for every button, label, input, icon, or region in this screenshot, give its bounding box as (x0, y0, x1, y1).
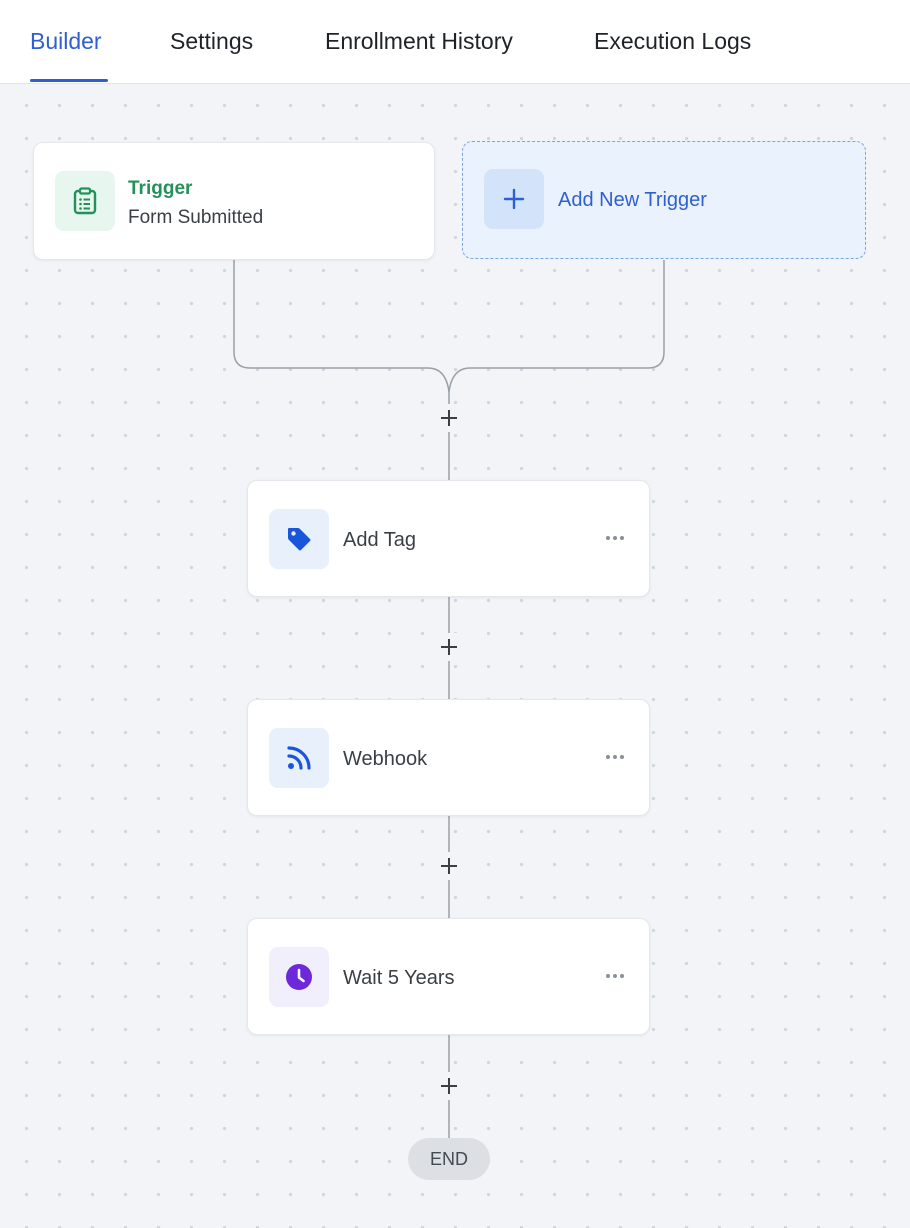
tab-enrollment-history[interactable]: Enrollment History (325, 26, 513, 56)
plus-icon (441, 858, 457, 874)
tab-builder[interactable]: Builder (30, 26, 102, 56)
add-step-button[interactable] (435, 633, 463, 661)
plus-icon (441, 1078, 457, 1094)
action-card-webhook[interactable]: Webhook (247, 699, 650, 816)
add-step-button[interactable] (435, 1072, 463, 1100)
action-label: Webhook (343, 748, 428, 770)
add-new-trigger-button[interactable]: Add New Trigger (462, 141, 866, 259)
action-label: Wait 5 Years (343, 967, 455, 989)
plus-icon (441, 410, 457, 426)
tab-execution-logs[interactable]: Execution Logs (594, 26, 751, 56)
end-node: END (408, 1138, 490, 1180)
clock-icon (269, 947, 329, 1007)
add-new-trigger-label: Add New Trigger (558, 189, 707, 211)
tab-bar: Builder Settings Enrollment History Exec… (0, 0, 910, 84)
trigger-card[interactable]: Trigger Form Submitted (33, 142, 435, 260)
add-step-button[interactable] (435, 852, 463, 880)
active-tab-indicator (30, 79, 108, 82)
plus-icon (441, 639, 457, 655)
rss-icon (269, 728, 329, 788)
plus-icon (484, 169, 544, 229)
more-options-button[interactable] (598, 523, 632, 553)
add-step-button[interactable] (435, 404, 463, 432)
action-label: Add Tag (343, 529, 417, 551)
action-card-add-tag[interactable]: Add Tag (247, 480, 650, 597)
clipboard-icon (55, 171, 115, 231)
tag-icon (269, 509, 329, 569)
trigger-subtitle: Form Submitted (128, 207, 264, 228)
action-card-wait[interactable]: Wait 5 Years (247, 918, 650, 1035)
tab-settings[interactable]: Settings (170, 26, 253, 56)
more-options-button[interactable] (598, 961, 632, 991)
trigger-title: Trigger (128, 178, 193, 199)
more-options-button[interactable] (598, 742, 632, 772)
